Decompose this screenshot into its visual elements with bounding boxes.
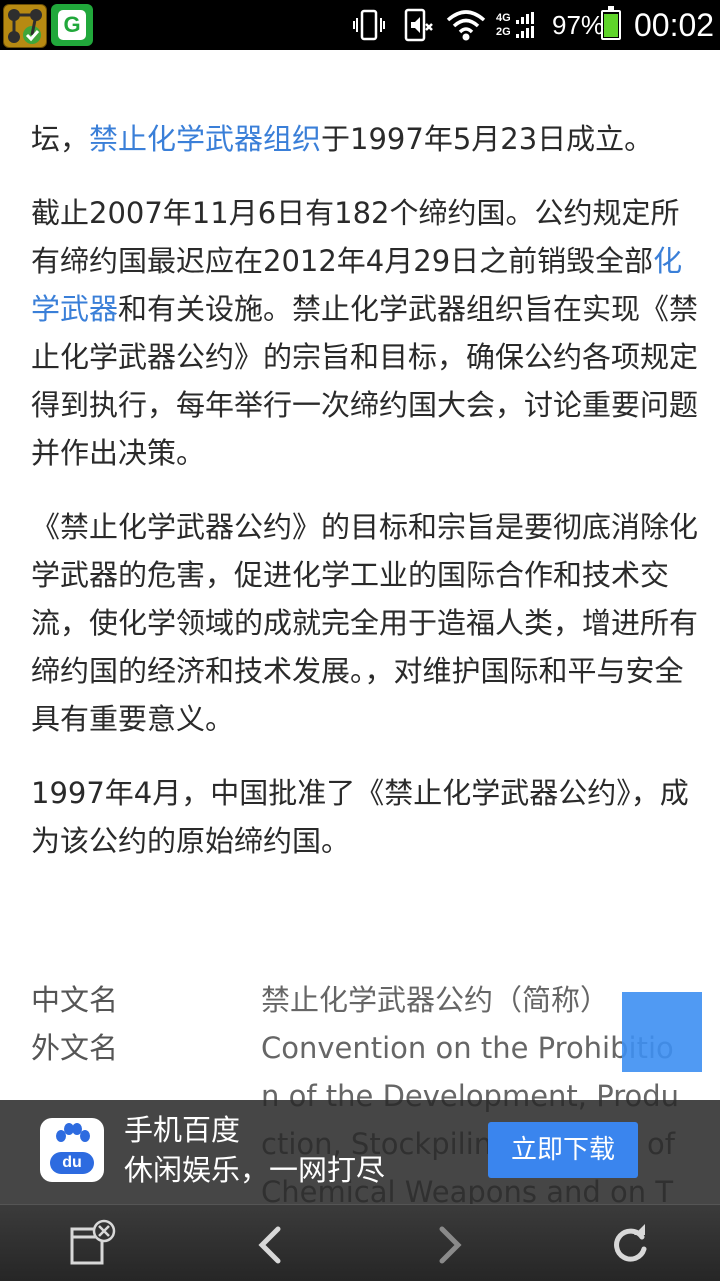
network-type-4g: 4G bbox=[496, 12, 511, 24]
signal-icon: 4G 2G bbox=[496, 12, 538, 42]
download-button[interactable]: 立即下载 bbox=[488, 1122, 638, 1178]
refresh-button[interactable] bbox=[600, 1215, 660, 1275]
close-tab-icon bbox=[70, 1219, 116, 1265]
refresh-icon bbox=[614, 1224, 647, 1262]
article-paragraph-2: 截止2007年11月6日有182个缔约国。公约规定所有缔约国最迟应在2012年4… bbox=[31, 189, 701, 477]
paragraph-text: 截止2007年11月6日有182个缔约国。公约规定所有缔约国最迟应在2012年4… bbox=[31, 196, 680, 278]
wifi-icon bbox=[446, 10, 486, 41]
signal-bars-icon bbox=[516, 12, 534, 38]
forward-icon bbox=[439, 1226, 462, 1264]
ad-banner[interactable]: du 手机百度 休闲娱乐，一网打尽 立即下载 bbox=[0, 1100, 720, 1204]
paragraph-text: 坛， bbox=[31, 122, 90, 156]
app-icon-a bbox=[3, 4, 47, 48]
paragraph-text: 于1997年5月23日成立。 bbox=[321, 122, 654, 156]
article-paragraph-1: 坛，禁止化学武器组织于1997年5月23日成立。 bbox=[31, 115, 701, 163]
link-opcw[interactable]: 禁止化学武器组织 bbox=[89, 122, 321, 156]
mute-icon bbox=[404, 8, 433, 42]
info-label: 中文名 bbox=[31, 983, 119, 1017]
network-app-icon bbox=[8, 9, 42, 44]
vibrate-icon bbox=[353, 9, 385, 41]
article-paragraph-3: 《禁止化学武器公约》的目标和宗旨是要彻底消除化学武器的危害，促进化学工业的国际合… bbox=[31, 510, 699, 736]
app-icon-g-letter: G bbox=[58, 10, 86, 40]
back-icon bbox=[258, 1226, 281, 1264]
ad-title: 手机百度 bbox=[124, 1113, 241, 1147]
baidu-logo-icon: du bbox=[40, 1118, 104, 1182]
ad-subtitle: 休闲娱乐，一网打尽 bbox=[124, 1153, 386, 1187]
info-label: 外文名 bbox=[31, 1031, 119, 1065]
logo-text: du bbox=[50, 1152, 94, 1174]
paragraph-text: 和有关设施。禁止化学武器组织旨在实现《禁止化学武器公约》的宗旨和目标，确保公约各… bbox=[31, 292, 699, 470]
app-icon-g: G bbox=[51, 4, 93, 46]
battery-level bbox=[604, 14, 618, 37]
status-bar: G 4G 2G 97% 00:02 bbox=[0, 0, 720, 50]
network-type-2g: 2G bbox=[496, 26, 511, 38]
battery-percent: 97% bbox=[552, 10, 605, 40]
article-paragraph-4: 1997年4月，中国批准了《禁止化学武器公约》，成为该公约的原始缔约国。 bbox=[31, 776, 689, 858]
floating-action-button[interactable] bbox=[622, 992, 702, 1072]
close-tab-button[interactable] bbox=[62, 1215, 122, 1275]
back-button[interactable] bbox=[240, 1215, 300, 1275]
battery-icon bbox=[601, 6, 621, 40]
forward-button[interactable] bbox=[420, 1215, 480, 1275]
article-body: 坛，禁止化学武器组织于1997年5月23日成立。 截止2007年11月6日有18… bbox=[31, 115, 701, 891]
clock: 00:02 bbox=[634, 7, 715, 43]
bottom-toolbar bbox=[0, 1204, 720, 1281]
